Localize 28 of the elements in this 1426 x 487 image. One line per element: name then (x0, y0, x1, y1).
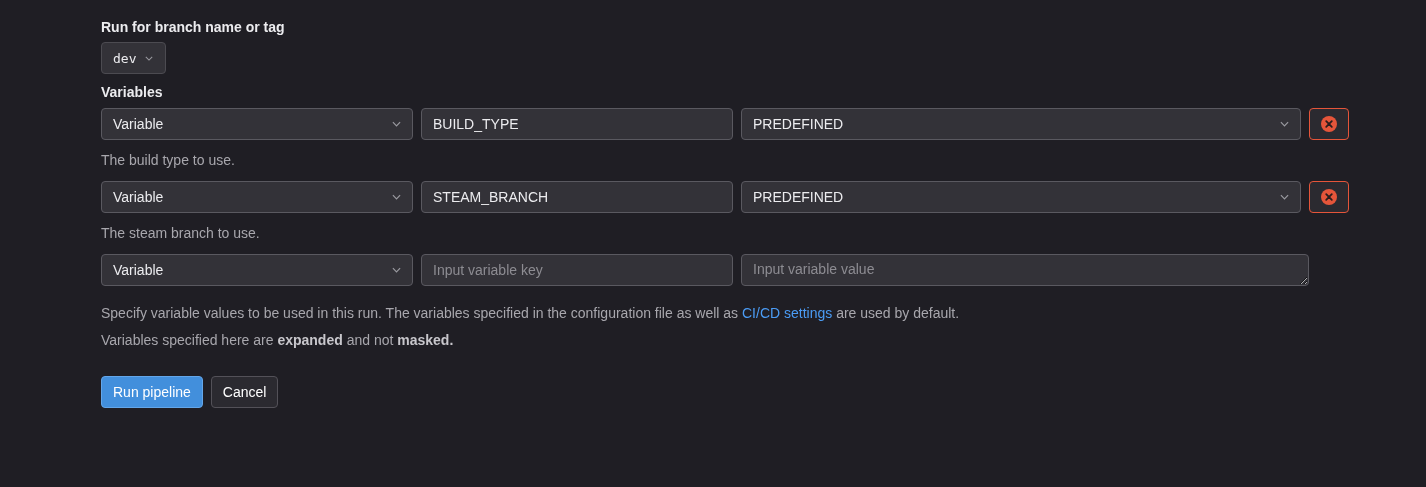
branch-label: Run for branch name or tag (101, 18, 286, 37)
remove-variable-button[interactable] (1309, 181, 1349, 213)
variable-key-field[interactable]: Input variable key (421, 254, 733, 286)
variables-note: Variables specified here are expanded and not masked. (101, 331, 455, 350)
variable-description: The steam branch to use. (101, 224, 261, 243)
variables-label: Variables (101, 83, 164, 102)
help-text: Specify variable values to be used in this run. The variables specified in the configuration file as well as CI/CD settings are used by default. (101, 304, 961, 323)
variable-value-dropdown[interactable]: PREDEFINED (741, 108, 1301, 140)
chevron-down-icon (392, 194, 401, 200)
remove-icon (1321, 189, 1337, 205)
remove-icon (1321, 116, 1337, 132)
variable-type-dropdown[interactable]: Variable (101, 254, 413, 286)
variable-key-field[interactable]: BUILD_TYPE (421, 108, 733, 140)
ci-cd-settings-link[interactable]: CI/CD settings (742, 305, 833, 321)
cancel-button[interactable]: Cancel (210, 376, 279, 408)
chevron-down-icon (392, 121, 401, 127)
remove-variable-button[interactable] (1309, 108, 1349, 140)
chevron-down-icon (392, 267, 401, 273)
variable-value-dropdown[interactable]: PREDEFINED (741, 181, 1301, 213)
variable-value-field[interactable]: Input variable value (741, 254, 1309, 286)
chevron-down-icon (1280, 121, 1289, 127)
variable-type-dropdown[interactable]: Variable (101, 108, 413, 140)
variable-description: The build type to use. (101, 151, 236, 170)
chevron-down-icon (145, 55, 154, 61)
branch-dropdown[interactable]: dev (101, 42, 166, 74)
variable-key-field[interactable]: STEAM_BRANCH (421, 181, 733, 213)
chevron-down-icon (1280, 194, 1289, 200)
variable-type-dropdown[interactable]: Variable (101, 181, 413, 213)
